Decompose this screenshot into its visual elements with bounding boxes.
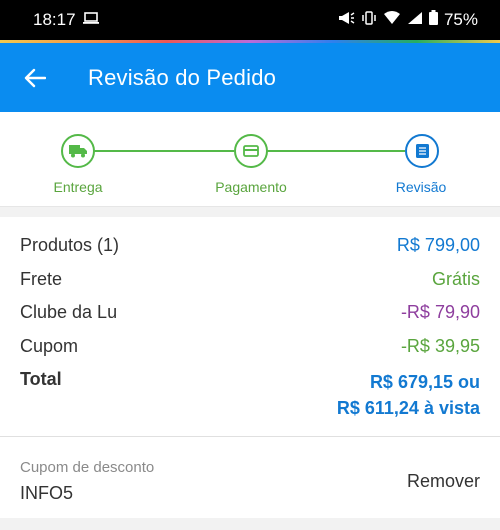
remove-coupon-button[interactable]: Remover <box>407 471 480 504</box>
total-values: R$ 679,15 ou R$ 611,24 à vista <box>337 369 480 421</box>
summary-value: -R$ 39,95 <box>400 335 480 356</box>
total-label: Total <box>20 369 62 389</box>
total-cash: R$ 611,24 à vista <box>336 398 480 418</box>
status-bar: 18:17 75% <box>0 0 500 40</box>
laptop-icon <box>82 10 100 30</box>
battery-icon <box>428 10 438 30</box>
coupon-code: INFO5 <box>20 483 74 503</box>
summary-value: -R$ 79,90 <box>400 302 480 322</box>
wifi-icon <box>383 10 401 30</box>
section-divider <box>0 207 500 217</box>
card-icon <box>243 145 259 157</box>
summary-label: Frete <box>20 268 63 289</box>
step-label-entrega: Entrega <box>53 179 103 195</box>
bottom-divider <box>0 518 500 530</box>
coupon-info: Cupom de desconto INFO5 <box>20 459 154 504</box>
order-summary: Produtos (1) R$ 799,00 Frete Grátis Club… <box>0 217 500 437</box>
summary-row-frete: Frete Grátis <box>20 269 480 303</box>
summary-label: Produtos (1) <box>20 235 120 255</box>
summary-row-produtos: Produtos (1) R$ 799,00 <box>20 235 480 269</box>
coupon-caption: Cupom de desconto <box>20 459 155 476</box>
page-title: Revisão do Pedido <box>88 64 277 90</box>
summary-label: Cupom <box>20 335 79 356</box>
arrow-back-icon <box>24 68 46 87</box>
app-bar: Revisão do Pedido <box>0 43 500 112</box>
coupon-section: Cupom de desconto INFO5 Remover <box>0 437 500 504</box>
clock: 18:17 <box>33 10 76 29</box>
status-left: 18:17 <box>33 10 100 30</box>
megaphone-icon <box>337 10 355 30</box>
stepper-connector-1 <box>94 150 234 152</box>
summary-row-cupom: Cupom -R$ 39,95 <box>20 336 480 370</box>
battery-percent: 75% <box>443 10 478 29</box>
total-installment: R$ 679,15 ou <box>369 372 480 392</box>
step-revisao[interactable] <box>405 134 439 168</box>
summary-value: Grátis <box>431 268 480 289</box>
summary-value: R$ 799,00 <box>396 235 480 255</box>
summary-row-total: Total R$ 679,15 ou R$ 611,24 à vista <box>20 369 480 421</box>
step-label-pagamento: Pagamento <box>215 179 287 195</box>
back-button[interactable] <box>20 63 50 93</box>
status-right: 75% <box>337 10 478 30</box>
step-label-revisao: Revisão <box>395 179 447 195</box>
stepper-connector-2 <box>267 150 405 152</box>
checkout-stepper: Entrega Pagamento Revisão <box>0 112 500 207</box>
signal-icon <box>407 10 423 30</box>
step-pagamento[interactable] <box>234 134 268 168</box>
step-entrega[interactable] <box>61 134 95 168</box>
truck-icon <box>69 145 87 158</box>
vibrate-icon <box>361 10 377 30</box>
summary-row-clube: Clube da Lu -R$ 79,90 <box>20 302 480 336</box>
list-icon <box>415 144 429 158</box>
summary-label: Clube da Lu <box>20 302 118 322</box>
